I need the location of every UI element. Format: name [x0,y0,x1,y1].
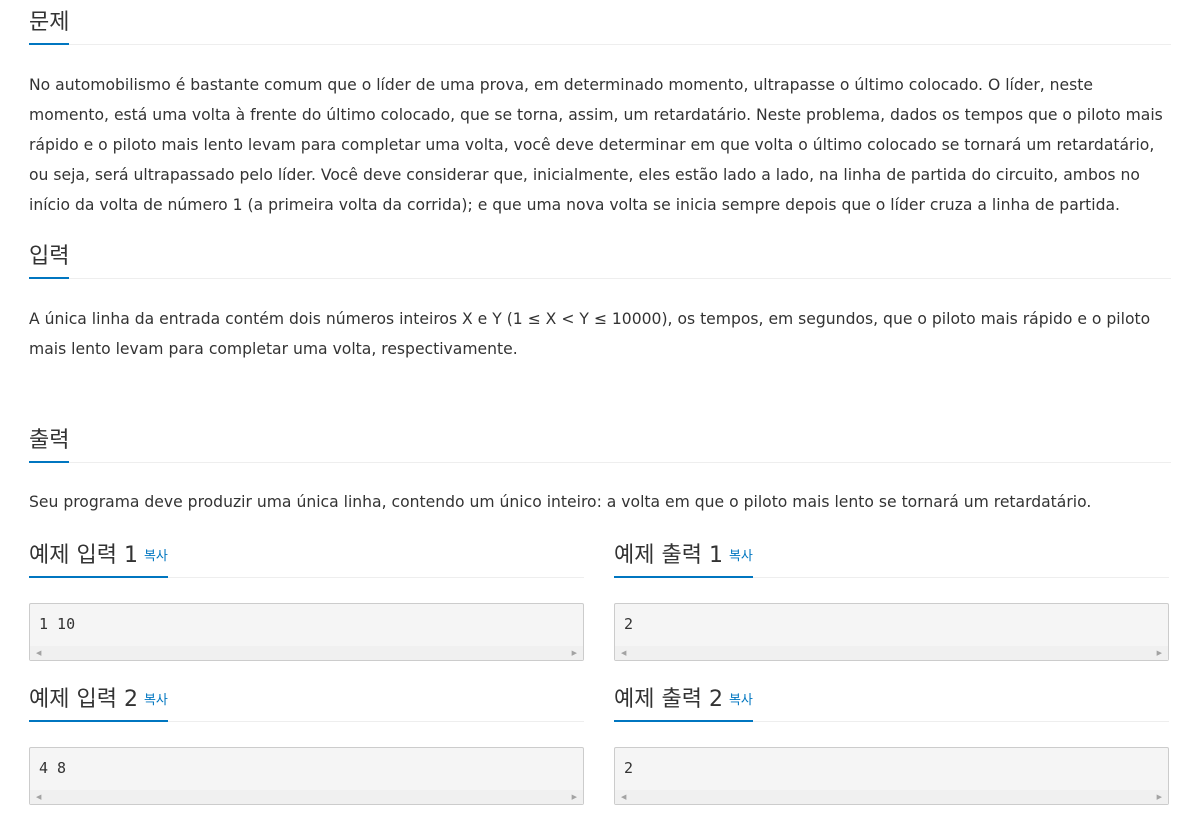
sample-input-2-title: 예제 입력 2 [29,687,138,712]
sample-output-2-title-wrap: 예제 출력 2 복사 [614,688,753,722]
scroll-right-arrow-icon[interactable]: ▶ [1157,793,1162,801]
sample-output-1-copy-button[interactable]: 복사 [729,549,753,564]
output-description: Seu programa deve produzir uma única lin… [29,493,1092,511]
sample-input-2-code: 4 8 [39,759,67,777]
sample-input-1-scrollbar[interactable]: ◀ ▶ [30,646,583,660]
sample-input-2-scrollbar[interactable]: ◀ ▶ [30,790,583,804]
scroll-right-arrow-icon[interactable]: ▶ [1157,649,1162,657]
problem-page: 문제 No automobilismo é bastante comum que… [0,0,1195,835]
scroll-left-arrow-icon[interactable]: ◀ [36,649,41,657]
sample-input-1-title: 예제 입력 1 [29,543,138,568]
sample-input-1-box: 1 10 ◀ ▶ [29,603,584,661]
sample-output-2-copy-button[interactable]: 복사 [729,693,753,708]
problem-description: No automobilismo é bastante comum que o … [29,76,1163,214]
sample-output-2-scrollbar[interactable]: ◀ ▶ [615,790,1168,804]
sample-output-1-box: 2 ◀ ▶ [614,603,1169,661]
sample-output-1-title-wrap: 예제 출력 1 복사 [614,544,753,578]
sample-output-2-header: 예제 출력 2 복사 [614,683,1169,722]
sample-output-1-scrollbar[interactable]: ◀ ▶ [615,646,1168,660]
sample-output-1-header: 예제 출력 1 복사 [614,539,1169,578]
sample-input-1-header: 예제 입력 1 복사 [29,539,584,578]
sample-output-1-title: 예제 출력 1 [614,543,723,568]
sample-output-2-code: 2 [624,759,634,777]
sample-input-1-copy-button[interactable]: 복사 [144,549,168,564]
sample-input-1-code: 1 10 [39,615,76,633]
output-section-title: 출력 [29,429,70,463]
scroll-left-arrow-icon[interactable]: ◀ [621,793,626,801]
problem-section-header: 문제 [29,6,1171,45]
input-description: A única linha da entrada contém dois núm… [29,310,1151,358]
scroll-left-arrow-icon[interactable]: ◀ [621,649,626,657]
output-section-header: 출력 [29,424,1171,463]
sample-output-2-box: 2 ◀ ▶ [614,747,1169,805]
sample-input-2-header: 예제 입력 2 복사 [29,683,584,722]
sample-input-1-title-wrap: 예제 입력 1 복사 [29,544,168,578]
input-section-header: 입력 [29,240,1171,279]
sample-output-2-title: 예제 출력 2 [614,687,723,712]
sample-output-1-code: 2 [624,615,634,633]
sample-input-2-box: 4 8 ◀ ▶ [29,747,584,805]
scroll-left-arrow-icon[interactable]: ◀ [36,793,41,801]
scroll-right-arrow-icon[interactable]: ▶ [572,793,577,801]
sample-input-2-title-wrap: 예제 입력 2 복사 [29,688,168,722]
scroll-right-arrow-icon[interactable]: ▶ [572,649,577,657]
sample-input-2-copy-button[interactable]: 복사 [144,693,168,708]
input-section-title: 입력 [29,245,70,279]
problem-section-title: 문제 [29,11,70,45]
